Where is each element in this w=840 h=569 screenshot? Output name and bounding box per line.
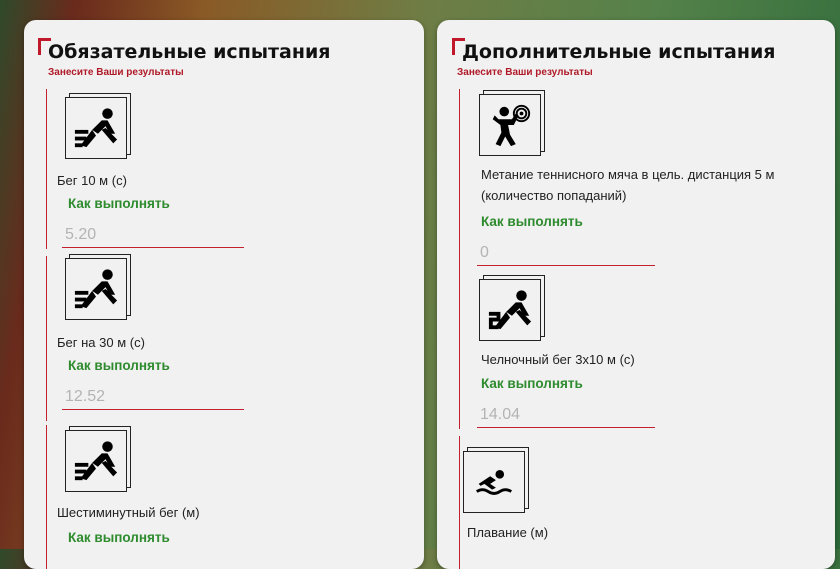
section-rail (46, 425, 47, 569)
test-name: Бег 10 м (с) (57, 173, 127, 188)
how-to-perform-link[interactable]: Как выполнять (481, 214, 583, 229)
required-tests-subtitle: Занесите Ваши результаты (48, 67, 184, 78)
test-name: Метание теннисного мяча в цель. дистанци… (481, 167, 775, 203)
section-rail (459, 436, 460, 569)
section-rail (46, 256, 47, 421)
shuttle-run-icon (479, 275, 545, 341)
section-rail (46, 89, 47, 249)
additional-tests-title: Дополнительные испытания (462, 41, 776, 63)
required-tests-card: Обязательные испытания Занесите Ваши рез… (24, 20, 424, 569)
test-name: Бег на 30 м (с) (57, 335, 145, 350)
additional-tests-card: Дополнительные испытания Занесите Ваши р… (437, 20, 835, 569)
result-input[interactable] (477, 242, 655, 266)
ball-throw-icon (479, 90, 545, 156)
additional-tests-subtitle: Занесите Ваши результаты (457, 67, 593, 78)
running-icon (65, 93, 131, 159)
running-icon (65, 426, 131, 492)
how-to-perform-link[interactable]: Как выполнять (68, 358, 170, 373)
section-rail (459, 89, 460, 429)
running-icon (65, 254, 131, 320)
swimming-icon (463, 447, 529, 513)
result-input[interactable] (477, 404, 655, 428)
test-name: Челночный бег 3х10 м (с) (481, 352, 635, 367)
test-name: Плавание (м) (467, 525, 549, 540)
required-tests-title: Обязательные испытания (48, 41, 331, 63)
result-input[interactable] (62, 386, 244, 410)
result-input[interactable] (62, 224, 244, 248)
how-to-perform-link[interactable]: Как выполнять (481, 376, 583, 391)
how-to-perform-link[interactable]: Как выполнять (68, 196, 170, 211)
test-name: Шестиминутный бег (м) (57, 505, 200, 520)
how-to-perform-link[interactable]: Как выполнять (68, 530, 170, 545)
